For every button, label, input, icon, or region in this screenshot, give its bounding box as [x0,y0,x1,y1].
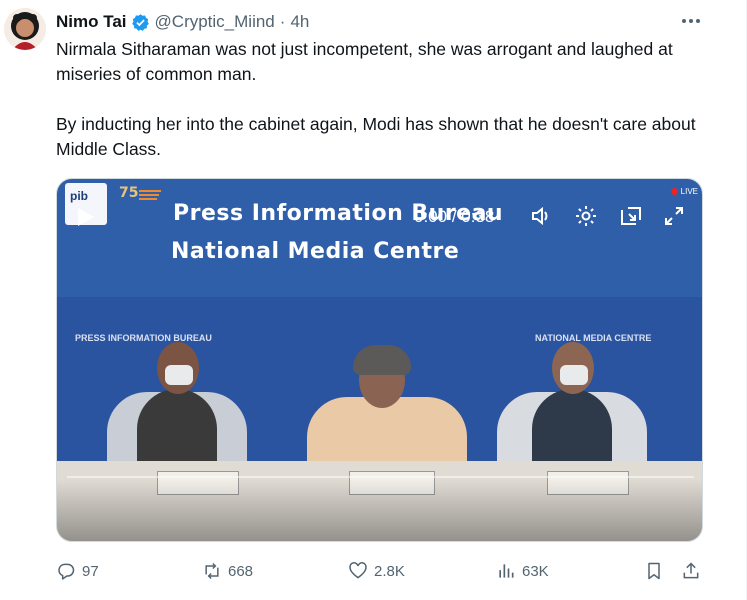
fullscreen-icon [665,207,683,225]
reply-count: 97 [82,562,99,580]
tweet-header: Nimo Tai @Cryptic_Miind · 4h [56,10,309,34]
video-timecode: 0:00 / 0:38 [414,207,494,227]
pip-button[interactable] [619,204,643,228]
views-button[interactable]: 63K [496,556,549,586]
amrit-mahotsav-logo: 75 [117,183,167,216]
reply-icon [58,563,75,580]
heart-icon [349,562,367,579]
author-name[interactable]: Nimo Tai [56,12,127,32]
volume-button[interactable] [529,204,553,228]
like-count: 2.8K [374,562,405,580]
like-button[interactable]: 2.8K [348,556,405,586]
scene-sign-right: NATIONAL MEDIA CENTRE [535,333,652,343]
repost-count: 668 [228,562,254,580]
fullscreen-button[interactable] [662,204,686,228]
video-scene: PRESS INFORMATION BUREAU NATIONAL MEDIA … [57,297,702,477]
live-dot-icon [670,188,678,195]
paragraph-spacer [56,87,716,112]
play-icon [78,208,94,226]
tweet-paragraph-2: By inducting her into the cabinet again,… [56,114,701,159]
settings-button[interactable] [574,204,598,228]
video-progress-bar[interactable] [67,476,694,478]
video-banner-subtitle: National Media Centre [171,239,460,264]
bookmark-icon [648,562,660,580]
tweet-paragraph-1: Nirmala Sitharaman was not just incompet… [56,39,678,84]
person-right-mask [560,365,588,385]
more-dot-3 [696,19,700,23]
time-separator: / [451,207,457,226]
more-dots-icon [682,19,686,23]
time-current: 0:00 [414,207,448,226]
more-options-button[interactable] [678,10,704,32]
avatar[interactable] [4,8,46,50]
pib-logo-text: pib [70,189,88,203]
separator-dot: · [279,12,286,31]
bookmark-button[interactable] [644,556,670,586]
scene-sign-left: PRESS INFORMATION BUREAU [75,333,212,343]
more-dot-2 [689,19,693,23]
live-badge: LIVE [670,187,698,196]
video-controls [57,479,702,541]
person-center-hair [353,345,411,375]
tweet-actions: 97 668 2.8K 63K [56,556,716,586]
svg-text:75: 75 [119,185,138,201]
share-button[interactable] [681,556,707,586]
repost-icon [205,562,219,580]
volume-icon [532,206,548,226]
tweet-timestamp[interactable]: 4h [290,12,309,32]
gear-icon [576,206,596,226]
tweet-text: Nirmala Sitharaman was not just incompet… [56,37,716,162]
time-total: 0:38 [461,207,495,226]
tweet-card[interactable]: Nimo Tai @Cryptic_Miind · 4h Nirmala Sit… [0,0,747,600]
repost-button[interactable]: 668 [202,556,253,586]
live-label: LIVE [680,187,698,196]
share-icon [683,562,699,579]
person-left-mask [165,365,193,385]
picture-in-picture-icon [621,207,641,225]
analytics-icon [499,564,514,578]
video-player[interactable]: pib 75 Press Information Bureau National… [56,178,703,542]
avatar-image [4,8,46,50]
reply-button[interactable]: 97 [56,556,99,586]
author-handle[interactable]: @Cryptic_Miind [155,12,275,32]
play-button[interactable] [75,207,95,227]
verified-badge-icon [131,13,150,32]
view-count: 63K [522,562,549,580]
